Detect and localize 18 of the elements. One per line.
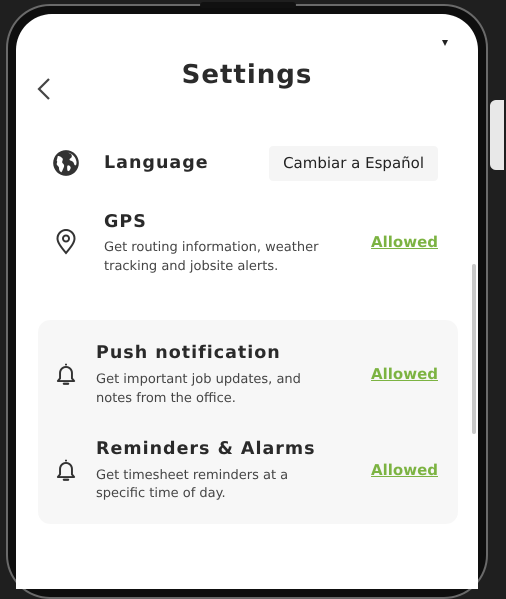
setting-title: Language [104,152,210,176]
location-pin-icon [55,229,77,256]
triangle-icon [442,40,448,46]
setting-description: Get routing information, weather tracking and jobsite alerts. [104,238,320,276]
setting-description: Get important job updates, and notes from the office. [96,370,302,408]
page-title: Settings [182,60,312,92]
globe-icon [52,149,80,178]
permission-link[interactable]: Allowed [371,363,438,386]
setting-title: GPS [104,210,148,234]
setting-title: Reminders & Alarms [96,438,317,462]
permission-link[interactable]: Allowed [371,459,438,482]
scrollbar[interactable] [472,264,476,434]
setting-description: Get timesheet reminders at a specific time of day. [96,466,290,504]
setting-title: Push notification [96,342,282,366]
language-button[interactable]: Cambiar a Español [269,146,438,180]
side-handle[interactable] [490,100,504,170]
back-icon [36,76,52,101]
permission-link[interactable]: Allowed [371,231,438,254]
